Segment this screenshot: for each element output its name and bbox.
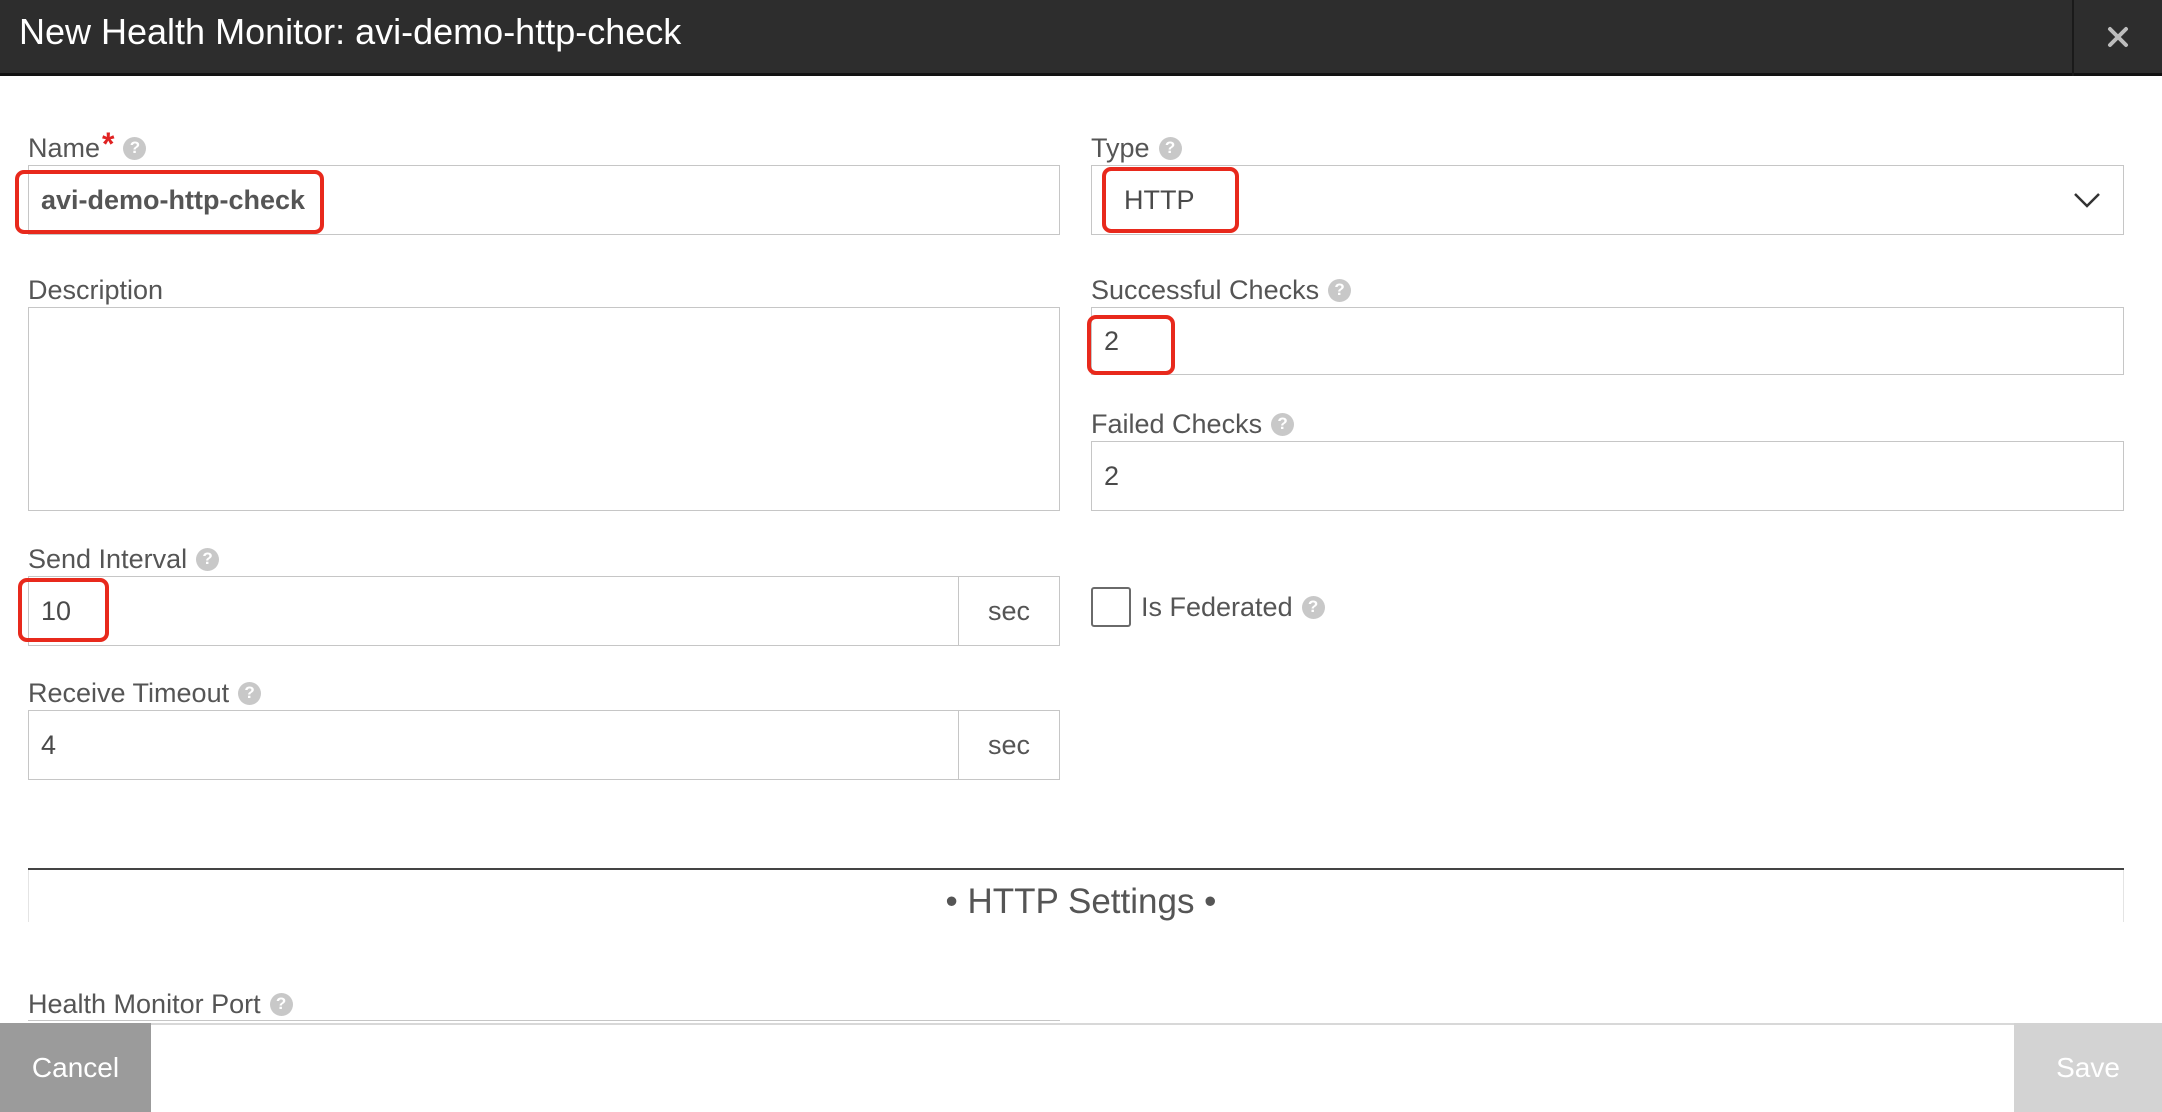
type-label: Type ? [1091, 131, 1182, 165]
is-federated-label-text: Is Federated [1141, 591, 1293, 622]
name-input[interactable]: avi-demo-http-check [28, 165, 1060, 235]
description-textarea[interactable] [28, 307, 1060, 511]
send-interval-label-text: Send Interval [28, 543, 188, 574]
send-interval-input[interactable]: 10 [28, 576, 960, 646]
help-icon[interactable]: ? [238, 681, 262, 705]
receive-timeout-unit: sec [958, 710, 1060, 780]
health-monitor-port-label-text: Health Monitor Port [28, 988, 261, 1019]
help-icon[interactable]: ? [1328, 278, 1352, 302]
modal-footer [0, 1023, 2162, 1112]
successful-checks-input[interactable]: 2 [1091, 307, 2124, 375]
receive-timeout-label: Receive Timeout ? [28, 676, 262, 710]
send-interval-unit: sec [958, 576, 1060, 646]
type-select[interactable]: HTTP [1091, 165, 2124, 235]
failed-checks-input[interactable]: 2 [1091, 441, 2124, 511]
description-label: Description [28, 273, 163, 307]
close-icon [2108, 26, 2128, 47]
name-label-text: Name [28, 132, 101, 163]
help-icon[interactable]: ? [269, 992, 293, 1016]
name-label: Name * ? [28, 126, 147, 165]
help-icon[interactable]: ? [1158, 136, 1182, 160]
modal-header: New Health Monitor: avi-demo-http-check [0, 0, 2162, 76]
type-label-text: Type [1091, 132, 1150, 163]
modal-title: New Health Monitor: avi-demo-http-check [19, 11, 682, 52]
help-icon[interactable]: ? [196, 547, 220, 571]
help-icon[interactable]: ? [123, 136, 147, 160]
required-mark: * [102, 125, 115, 162]
help-icon[interactable]: ? [1271, 412, 1295, 436]
description-label-text: Description [28, 274, 164, 305]
save-button[interactable]: Save [2014, 1023, 2162, 1112]
is-federated-label: Is Federated ? [1141, 590, 1325, 624]
receive-timeout-input[interactable]: 4 [28, 710, 960, 780]
help-icon[interactable]: ? [1301, 595, 1325, 619]
cancel-button[interactable]: Cancel [0, 1023, 151, 1112]
failed-checks-label: Failed Checks ? [1091, 407, 1295, 441]
failed-checks-label-text: Failed Checks [1091, 408, 1263, 439]
successful-checks-label: Successful Checks ? [1091, 273, 1352, 307]
health-monitor-port-label: Health Monitor Port ? [28, 987, 293, 1021]
successful-checks-label-text: Successful Checks [1091, 274, 1320, 305]
receive-timeout-label-text: Receive Timeout [28, 677, 230, 708]
close-button[interactable] [2074, 0, 2162, 73]
send-interval-label: Send Interval ? [28, 542, 220, 576]
chevron-down-icon[interactable] [2072, 191, 2102, 209]
http-settings-heading: • HTTP Settings • [945, 882, 1217, 921]
is-federated-checkbox[interactable] [1091, 587, 1131, 627]
